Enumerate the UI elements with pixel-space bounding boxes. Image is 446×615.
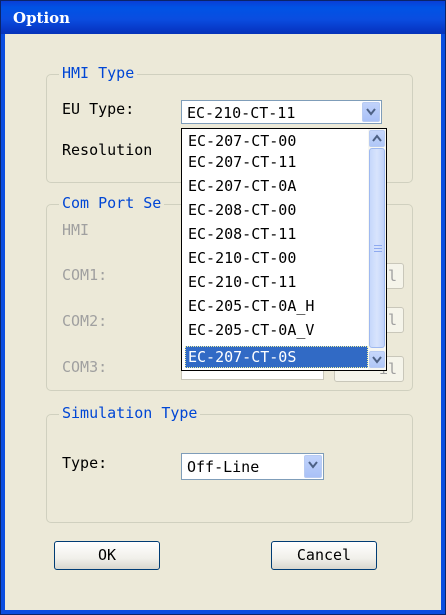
hmi-type-legend: HMI Type — [59, 64, 138, 82]
dropdown-option[interactable]: EC-208-CT-00 — [185, 199, 368, 221]
dropdown-scrollbar[interactable] — [368, 129, 386, 370]
eu-type-select[interactable]: EC-210-CT-11 — [181, 100, 382, 124]
simulation-type-legend: Simulation Type — [59, 404, 201, 422]
simulation-type-dropdown-button[interactable] — [304, 455, 322, 478]
scroll-thumb[interactable] — [369, 148, 385, 348]
window-title: Option — [13, 9, 71, 27]
dropdown-option[interactable]: EC-205-CT-0A_V — [185, 319, 368, 341]
dropdown-option[interactable]: EC-210-CT-11 — [185, 271, 368, 293]
window-frame-right — [441, 34, 445, 614]
simulation-type-select[interactable]: Off-Line — [181, 453, 324, 480]
com2-label: COM2: — [62, 312, 108, 330]
eu-type-label: EU Type: — [62, 100, 135, 118]
com-port-legend: Com Port Se — [59, 194, 165, 212]
dropdown-option[interactable]: EC-208-CT-11 — [185, 223, 368, 245]
com1-label: COM1: — [62, 266, 108, 284]
eu-type-value: EC-210-CT-11 — [187, 104, 296, 122]
option-dialog: Option HMI Type EU Type: EC-210-CT-11 Re… — [0, 0, 446, 615]
hmi-label: HMI — [62, 221, 90, 239]
chevron-down-icon — [366, 108, 376, 116]
window-frame-left — [1, 34, 5, 614]
dropdown-option[interactable]: EC-207-CT-11 — [185, 151, 368, 173]
ok-button[interactable]: OK — [54, 541, 160, 570]
cancel-button[interactable]: Cancel — [271, 541, 377, 570]
dropdown-option-highlighted[interactable]: EC-207-CT-0S — [185, 346, 368, 368]
scroll-down-button[interactable] — [369, 351, 385, 368]
scroll-up-button[interactable] — [369, 130, 385, 147]
dropdown-option[interactable]: EC-210-CT-00 — [185, 247, 368, 269]
chevron-down-icon — [308, 461, 318, 469]
eu-type-dropdown-button[interactable] — [362, 102, 380, 122]
dropdown-option[interactable]: EC-207-CT-0A — [185, 175, 368, 197]
window-frame-bottom — [1, 610, 445, 614]
type-label: Type: — [62, 454, 108, 472]
chevron-down-icon — [372, 356, 382, 364]
resolution-label: Resolution — [62, 141, 153, 159]
dropdown-option[interactable]: EC-207-CT-00 — [185, 130, 368, 152]
com3-label: COM3: — [62, 358, 108, 376]
title-bar[interactable]: Option — [1, 1, 445, 34]
chevron-up-icon — [372, 134, 382, 142]
simulation-type-value: Off-Line — [187, 458, 260, 476]
dropdown-option[interactable]: EC-205-CT-0A_H — [185, 295, 368, 317]
eu-type-dropdown-list[interactable]: EC-207-CT-00 EC-207-CT-11 EC-207-CT-0A E… — [181, 128, 387, 371]
